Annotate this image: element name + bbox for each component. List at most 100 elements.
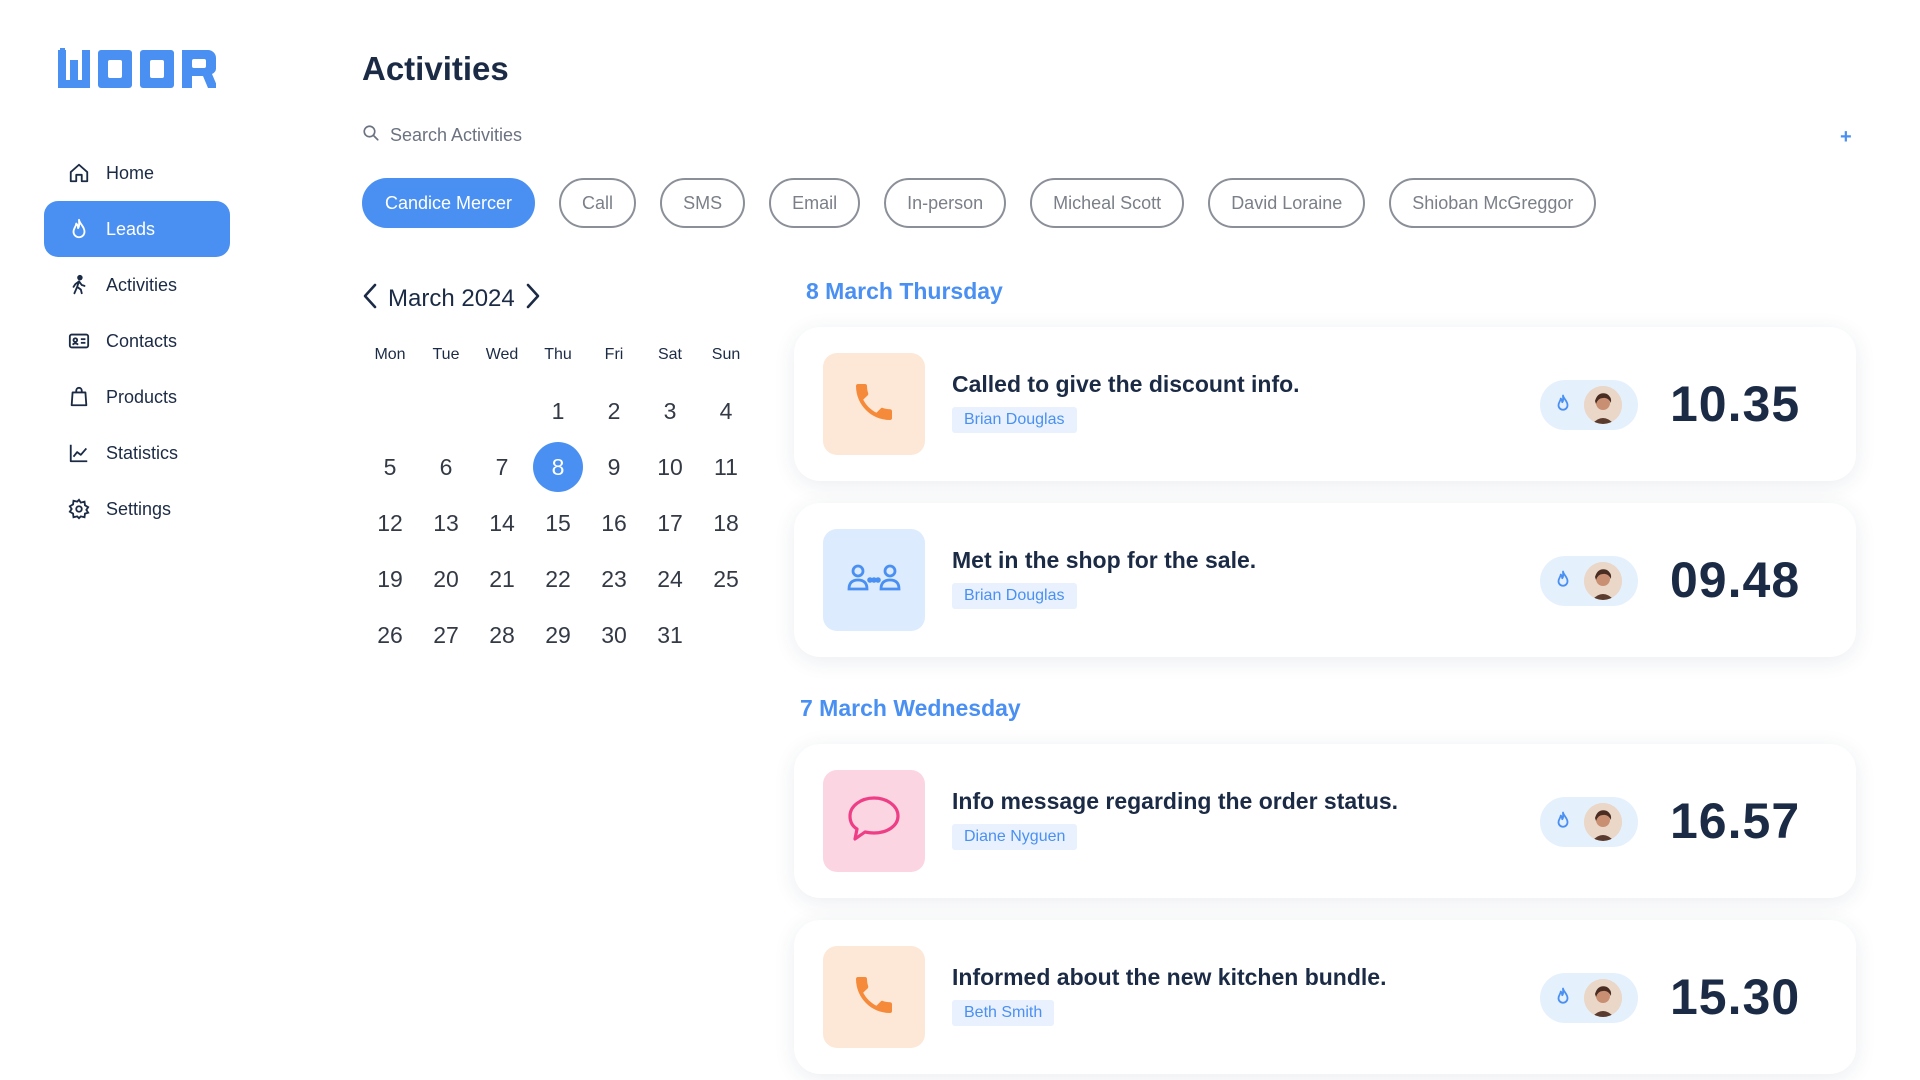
activity-time: 16.57	[1670, 793, 1801, 849]
lead-owner-pill[interactable]	[1540, 380, 1638, 430]
sidebar-item-settings[interactable]: Settings	[44, 481, 230, 537]
calendar-day-number: 11	[714, 453, 738, 480]
chevron-left-icon[interactable]	[362, 283, 378, 315]
filter-chip-sms[interactable]: SMS	[660, 178, 746, 228]
filter-chip-email[interactable]: Email	[769, 178, 861, 228]
calendar-day[interactable]: 2	[586, 386, 642, 436]
calendar-day[interactable]: 14	[474, 498, 530, 548]
sidebar-item-home[interactable]: Home	[44, 145, 230, 201]
activity-card[interactable]: Met in the shop for the sale. Brian Doug…	[794, 503, 1856, 657]
calendar-day-number: 5	[383, 453, 397, 480]
activity-card[interactable]: Info message regarding the order status.…	[794, 744, 1856, 898]
calendar-day[interactable]: 29	[530, 610, 586, 660]
weekday-label: Tue	[432, 346, 460, 363]
people-icon	[846, 558, 902, 603]
person-tag[interactable]: Brian Douglas	[952, 583, 1077, 609]
lead-owner-pill[interactable]	[1540, 973, 1638, 1023]
add-button[interactable]: +	[1840, 126, 1852, 149]
calendar-day[interactable]: 21	[474, 554, 530, 604]
activity-time: 15.30	[1670, 969, 1801, 1025]
calendar-day-number: 23	[601, 565, 627, 592]
lead-owner-pill[interactable]	[1540, 556, 1638, 606]
sidebar-item-label: Activities	[106, 274, 178, 295]
person-tag[interactable]: Diane Nyguen	[952, 824, 1078, 850]
brand-logo[interactable]	[58, 48, 218, 95]
calendar-day[interactable]: 19	[362, 554, 418, 604]
calendar-day-number: 26	[377, 621, 403, 648]
calendar-day[interactable]: 18	[698, 498, 754, 548]
date-group-title: 8 March Thursday	[806, 278, 1003, 304]
sidebar-item-activities[interactable]: Activities	[44, 257, 230, 313]
calendar-day[interactable]: 31	[642, 610, 698, 660]
sidebar-item-products[interactable]: Products	[44, 369, 230, 425]
sidebar-item-statistics[interactable]: Statistics	[44, 425, 230, 481]
calendar-day[interactable]: 26	[362, 610, 418, 660]
person-tag[interactable]: Brian Douglas	[952, 407, 1077, 433]
calendar-day[interactable]: 3	[642, 386, 698, 436]
sidebar-item-label: Home	[106, 162, 155, 183]
calendar-day[interactable]: 27	[418, 610, 474, 660]
calendar-day[interactable]: 1	[530, 386, 586, 436]
calendar-day[interactable]: 10	[642, 442, 698, 492]
meeting-tile	[823, 529, 925, 631]
calendar-day[interactable]: 8	[530, 442, 586, 492]
calendar-day[interactable]: 5	[362, 442, 418, 492]
calendar-day[interactable]: 15	[530, 498, 586, 548]
calendar-day[interactable]: 7	[474, 442, 530, 492]
filter-chip-in-person[interactable]: In-person	[884, 178, 1007, 228]
calendar-day[interactable]: 20	[418, 554, 474, 604]
gear-icon	[68, 498, 90, 520]
sidebar-item-label: Contacts	[106, 330, 178, 351]
calendar-day[interactable]: 28	[474, 610, 530, 660]
calendar-day[interactable]: 17	[642, 498, 698, 548]
calendar-day[interactable]: 11	[698, 442, 754, 492]
weekday-label: Wed	[485, 346, 519, 363]
sidebar-item-contacts[interactable]: Contacts	[44, 313, 230, 369]
sidebar-nav: Home Leads Activities Contacts Products	[44, 145, 230, 537]
activity-card[interactable]: Informed about the new kitchen bundle. B…	[794, 920, 1856, 1074]
calendar-day[interactable]: 4	[698, 386, 754, 436]
weekday-label: Mon	[374, 346, 406, 363]
filter-chip-david-loraine[interactable]: David Loraine	[1208, 178, 1366, 228]
calendar-day[interactable]: 16	[586, 498, 642, 548]
sidebar-item-leads[interactable]: Leads	[44, 201, 230, 257]
filter-chip-micheal-scott[interactable]: Micheal Scott	[1030, 178, 1185, 228]
calendar-day[interactable]: 13	[418, 498, 474, 548]
calendar-empty-cell	[362, 386, 418, 436]
call-tile	[823, 946, 925, 1048]
calendar-empty-cell	[418, 386, 474, 436]
activity-time: 10.35	[1670, 376, 1801, 432]
sidebar-item-label: Products	[106, 386, 178, 407]
avatar	[1584, 562, 1622, 600]
calendar-day-number: 22	[545, 565, 571, 592]
person-tag[interactable]: Beth Smith	[952, 1000, 1055, 1026]
calendar-day[interactable]: 9	[586, 442, 642, 492]
calendar-day-number: 2	[607, 397, 621, 424]
calendar-day-number: 15	[545, 509, 571, 536]
calendar-day[interactable]: 12	[362, 498, 418, 548]
activity-title: Called to give the discount info.	[952, 371, 1300, 397]
avatar	[1584, 803, 1622, 841]
calendar-day[interactable]: 6	[418, 442, 474, 492]
page-title: Activities	[362, 50, 509, 87]
calendar-day[interactable]: 24	[642, 554, 698, 604]
calendar-day-number: 31	[657, 621, 683, 648]
flame-icon	[1554, 393, 1572, 418]
home-icon	[68, 162, 90, 184]
filter-chip-candice-mercer[interactable]: Candice Mercer	[362, 178, 536, 228]
calendar-day[interactable]: 23	[586, 554, 642, 604]
calendar-day[interactable]: 30	[586, 610, 642, 660]
filter-chip-shioban-mcgreggor[interactable]: Shioban McGreggor	[1389, 178, 1597, 228]
lead-owner-pill[interactable]	[1540, 797, 1638, 847]
search-input[interactable]	[390, 125, 790, 146]
activity-card[interactable]: Called to give the discount info. Brian …	[794, 327, 1856, 481]
filter-chip-call[interactable]: Call	[559, 178, 637, 228]
flame-icon	[1554, 810, 1572, 835]
calendar-day[interactable]: 22	[530, 554, 586, 604]
calendar-day[interactable]: 25	[698, 554, 754, 604]
sidebar: Home Leads Activities Contacts Products	[0, 0, 300, 1080]
calendar-day-number: 3	[663, 397, 677, 424]
chevron-right-icon[interactable]	[525, 283, 541, 315]
main-content: Activities + Candice Mercer Call SMS Ema…	[362, 0, 1920, 1080]
weekday-label: Sun	[711, 346, 741, 363]
